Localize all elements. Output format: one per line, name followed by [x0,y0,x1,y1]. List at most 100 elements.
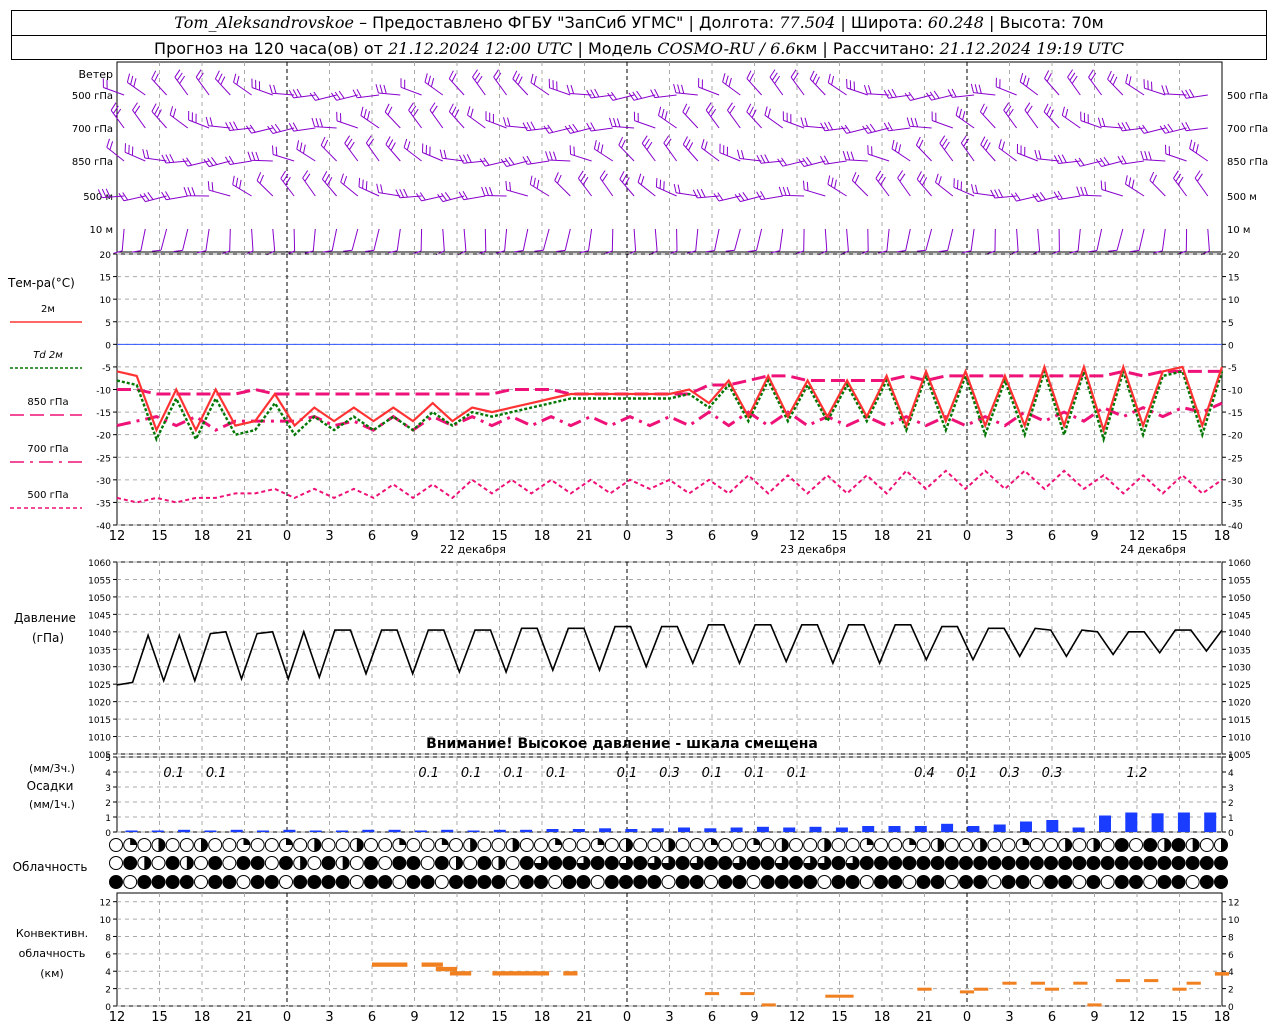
cloud-fill [761,875,775,889]
precip-units-3h: (мм/3ч.) [29,762,75,775]
cloud-fill [456,856,463,870]
x-tick-label: 21 [576,529,593,544]
wind-barb [851,171,869,197]
precip-bar [493,829,506,833]
precip-bar [1099,815,1111,832]
precip-bar [283,829,296,833]
precip-bar [230,829,243,833]
cloud-circle [236,875,251,889]
cloud-circle [987,875,1002,889]
wind-barb [655,178,677,197]
wind-barb [1189,139,1209,162]
pressure-tick-label-right: 1045 [1228,611,1251,621]
precip-bar [1072,827,1085,832]
precip-3h-label: 1.2 [1127,766,1148,781]
wind-barb [503,117,528,129]
wind-barb [686,228,699,254]
cloud-fill [1164,838,1171,852]
cloud-fill [222,875,236,889]
temp-title: Тем-ра(°C) [7,276,75,290]
conv-segment [740,992,755,996]
x-tick-label-bottom: 3 [665,1010,673,1024]
cloud-fill [534,875,548,889]
cloud-circle [364,838,378,852]
wind-barb [682,136,699,162]
cloud-fill [322,856,335,870]
cloud-fill [917,856,930,870]
x-tick-label: 3 [1005,529,1013,544]
precip-bar [756,826,769,833]
wind-barb [1125,73,1145,96]
wind-barb [245,124,273,134]
wind-barb [650,88,677,99]
cloud-fill [718,856,732,870]
wind-barb [132,228,146,253]
conv-segment [761,1003,776,1007]
cloud-circle [222,838,237,852]
wind-barb [803,180,826,197]
temp-tick-label-right: 20 [1228,251,1240,261]
cloud-fill [265,875,279,889]
precip-tick-label-right: 0 [1228,829,1234,839]
legend-label: 700 гПа [27,444,68,455]
cloud-fill [562,856,576,870]
cloud-circle [264,856,279,870]
wind-barb [408,102,423,129]
wind-barb [938,228,954,253]
precip-bar [914,826,927,832]
wind-barb [618,136,635,162]
wind-barb [530,73,550,96]
wind-barb [358,177,380,197]
cloud-fill [633,856,647,870]
temp-tick-label: -25 [96,454,111,464]
conv-segment [1044,987,1060,991]
cloud-circle [1100,875,1115,889]
x-tick-label-bottom: 15 [831,1010,848,1024]
x-tick-label: 0 [283,529,291,544]
cloud-fill [477,875,491,889]
x-tick-label: 12 [449,529,466,544]
precip-tick-label: 0 [105,829,111,839]
cloud-circle [151,856,166,870]
wind-barb [883,122,911,132]
cloud-fill [937,838,945,852]
wind-barbs [97,69,1210,256]
x-tick-label: 0 [623,529,631,544]
wind-barb [458,191,486,201]
precip-bar [835,827,848,832]
wind-barb [607,91,635,101]
pressure-tick-label: 1040 [88,629,111,639]
cloud-fill [378,875,392,889]
temp-tick-label-right: -5 [1228,364,1237,374]
cloud-fill [336,875,350,889]
wind-barb [995,77,1017,96]
wind-barb [1097,117,1123,129]
cloud-circle [1185,875,1200,889]
cloud-circle [434,875,449,889]
wind-barb [522,155,550,165]
conv-segment [959,990,975,994]
cloud-circle [420,856,435,870]
wind-barb [819,155,847,165]
wind-barb [579,228,593,254]
wind-barb [1067,69,1081,96]
cloud-circle [406,838,421,852]
cloud-fill [1065,838,1072,852]
x-tick-label: 15 [491,529,508,544]
cloud-circle [321,838,336,852]
wind-barb [188,110,210,129]
wind-barb [296,140,316,162]
x-tick-label-bottom: 12 [109,1010,126,1024]
wind-barb [1117,121,1145,132]
wind-barb [1003,102,1018,129]
cloud-fill [441,838,449,845]
precip-bar [572,829,585,832]
cloud-fill [690,875,704,889]
x-tick-label: 18 [874,529,891,544]
cloud-fill [1115,875,1129,889]
cloud-fill [959,875,973,889]
cloud-fill [166,856,180,870]
wind-barb [586,88,613,99]
cloud-fill [1002,875,1015,889]
precip-tick-label-right: 4 [1228,769,1234,779]
